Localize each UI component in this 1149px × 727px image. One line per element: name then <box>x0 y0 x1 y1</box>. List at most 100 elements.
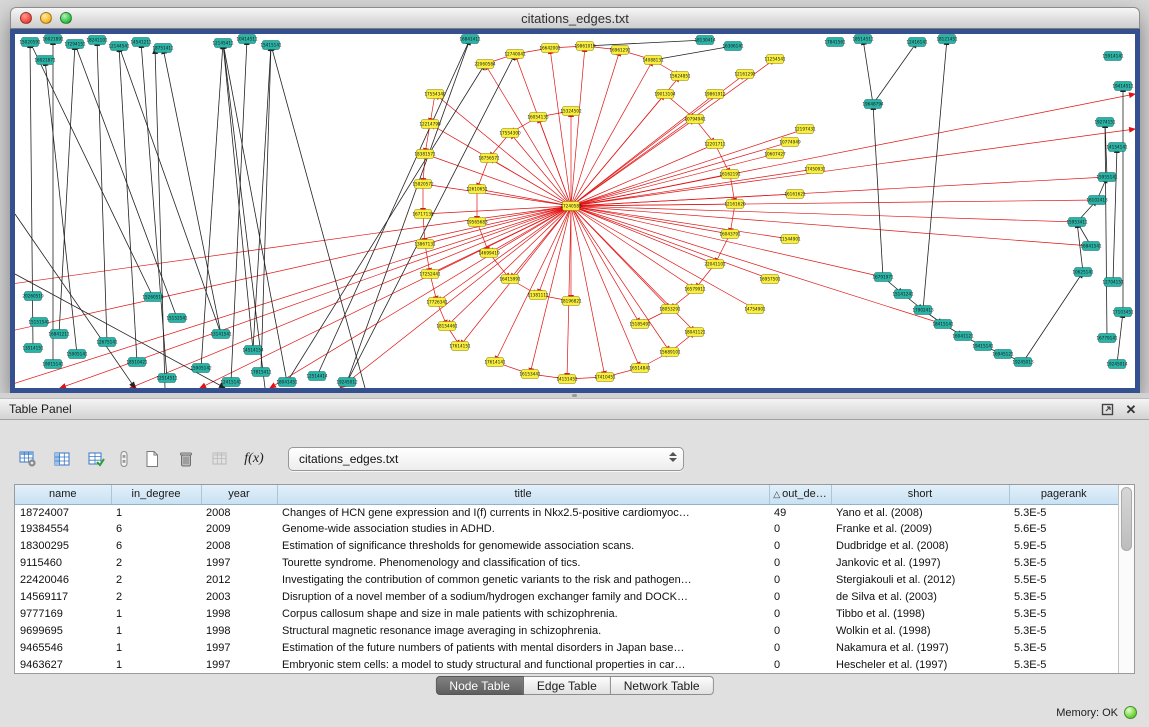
table-cell[interactable]: 9463627 <box>15 656 111 673</box>
graph-node[interactable]: 15955141 <box>1096 173 1118 182</box>
table-cell[interactable]: 2 <box>111 588 201 605</box>
tab-node-table[interactable]: Node Table <box>435 676 524 695</box>
table-cell[interactable]: Corpus callosum shape and size in male p… <box>277 605 769 622</box>
table-cell[interactable]: 1 <box>111 639 201 656</box>
tab-edge-table[interactable]: Edge Table <box>524 676 611 695</box>
table-cell[interactable]: 5.3E-5 <box>1009 504 1118 521</box>
table-cell[interactable]: 14569117 <box>15 588 111 605</box>
graph-node[interactable]: 18381571 <box>414 150 436 159</box>
graph-node[interactable]: 12145411 <box>212 39 234 48</box>
graph-node[interactable]: 12675141 <box>96 338 118 347</box>
graph-node[interactable]: 16961291 <box>609 46 631 55</box>
graph-node[interactable]: 17450931 <box>804 165 826 174</box>
graph-node[interactable]: 10774949 <box>779 138 801 147</box>
table-cell[interactable]: 2003 <box>201 588 277 605</box>
table-cell[interactable]: 1998 <box>201 605 277 622</box>
graph-node[interactable]: 17815411 <box>250 368 272 377</box>
table-cell[interactable]: 5.3E-5 <box>1009 622 1118 639</box>
graph-node[interactable]: 19245013 <box>1012 358 1034 367</box>
table-cell[interactable]: Estimation of the future numbers of pati… <box>277 639 769 656</box>
table-cell[interactable]: 9777169 <box>15 605 111 622</box>
network-canvas[interactable]: 1724058515324502160541351755430018756571… <box>15 34 1135 388</box>
graph-node[interactable]: 16841541 <box>1080 242 1102 251</box>
column-header-short[interactable]: short <box>831 485 1009 504</box>
graph-node[interactable]: 19015141 <box>42 360 64 369</box>
graph-node[interactable]: 17614141 <box>484 358 506 367</box>
table-cell[interactable]: de Silva et al. (2003) <box>831 588 1009 605</box>
graph-node[interactable]: 15624851 <box>669 72 691 81</box>
table-cell[interactable]: 2 <box>111 555 201 572</box>
table-cell[interactable]: Embryonic stem cells: a model to study s… <box>277 656 769 673</box>
graph-node[interactable]: 16841411 <box>459 35 481 44</box>
table-cell[interactable]: 0 <box>769 605 831 622</box>
graph-node[interactable]: 18415141 <box>932 320 954 329</box>
table-cell[interactable]: 5.3E-5 <box>1009 588 1118 605</box>
column-header-in_degree[interactable]: in_degree <box>111 485 201 504</box>
graph-node[interactable]: 10414511 <box>236 35 258 44</box>
graph-node[interactable]: 18241101 <box>86 36 108 45</box>
graph-node[interactable]: 14754901 <box>744 305 766 314</box>
table-cell[interactable]: 2012 <box>201 572 277 589</box>
graph-node[interactable]: 17902413 <box>912 306 934 315</box>
table-cell[interactable]: Stergiakouli et al. (2012) <box>831 572 1009 589</box>
table-settings-icon[interactable] <box>14 446 42 473</box>
graph-node[interactable]: 15020591 <box>19 38 41 47</box>
table-cell[interactable]: 1 <box>111 605 201 622</box>
graph-node[interactable]: 15152541 <box>166 314 188 323</box>
table-row[interactable]: 1872400712008Changes of HCN gene express… <box>15 504 1118 521</box>
table-cell[interactable]: 9699695 <box>15 622 111 639</box>
table-cell[interactable]: 2009 <box>201 521 277 538</box>
graph-node[interactable]: 13141541 <box>210 330 232 339</box>
table-cell[interactable]: 0 <box>769 521 831 538</box>
graph-node[interactable]: 12740041 <box>504 50 526 59</box>
table-cell[interactable]: Dudbridge et al. (2008) <box>831 538 1009 555</box>
graph-node[interactable]: 12161291 <box>734 70 756 79</box>
float-panel-icon[interactable] <box>1098 401 1116 417</box>
table-cell[interactable]: 1 <box>111 656 201 673</box>
graph-node[interactable]: 17554300 <box>499 129 521 138</box>
table-cell[interactable]: 19384554 <box>15 521 111 538</box>
table-cell[interactable]: Nakamura et al. (1997) <box>831 639 1009 656</box>
graph-node[interactable]: 12197431 <box>794 125 816 134</box>
new-file-icon[interactable] <box>138 446 166 473</box>
graph-node[interactable]: 17294151 <box>64 40 86 49</box>
graph-node[interactable]: 18514511 <box>852 35 874 44</box>
table-cell[interactable]: 1 <box>111 504 201 521</box>
delete-icon[interactable] <box>172 446 200 473</box>
table-cell[interactable]: Tibbo et al. (1998) <box>831 605 1009 622</box>
graph-node[interactable]: 15185491 <box>629 320 651 329</box>
graph-node[interactable]: 14154141 <box>1106 143 1128 152</box>
table-cell[interactable]: 0 <box>769 639 831 656</box>
table-cell[interactable]: 5.9E-5 <box>1009 538 1118 555</box>
table-cell[interactable]: Hescheler et al. (1997) <box>831 656 1009 673</box>
graph-node[interactable]: 12514414 <box>306 372 328 381</box>
graph-node[interactable]: 18196821 <box>560 297 582 306</box>
graph-node[interactable]: 18041121 <box>684 328 706 337</box>
graph-node[interactable]: 17554340 <box>424 90 446 99</box>
rows-icon[interactable] <box>116 446 132 473</box>
column-header-name[interactable]: name <box>15 485 111 504</box>
table-scrollbar-thumb[interactable] <box>1121 487 1132 551</box>
table-cell[interactable]: Changes of HCN gene expression and I(f) … <box>277 504 769 521</box>
table-cell[interactable]: Genome-wide association studies in ADHD. <box>277 521 769 538</box>
graph-node[interactable]: 16642001 <box>539 44 561 53</box>
graph-node[interactable]: 10794941 <box>684 115 706 124</box>
graph-node[interactable]: 12144541 <box>108 42 130 51</box>
table-cell[interactable]: Structural magnetic resonance image aver… <box>277 622 769 639</box>
graph-node[interactable]: 15953411 <box>1066 218 1088 227</box>
table-cell[interactable]: 0 <box>769 622 831 639</box>
graph-node[interactable]: 15141241 <box>892 290 914 299</box>
table-cell[interactable]: 0 <box>769 588 831 605</box>
network-selector[interactable]: citations_edges.txt <box>288 447 684 471</box>
table-cell[interactable]: Jankovic et al. (1997) <box>831 555 1009 572</box>
graph-node[interactable]: 16153441 <box>519 370 541 379</box>
table-cell[interactable]: 5.5E-5 <box>1009 572 1118 589</box>
table-cell[interactable]: 5.3E-5 <box>1009 555 1118 572</box>
tab-network-table[interactable]: Network Table <box>611 676 714 695</box>
graph-node[interactable]: 19274151 <box>1094 118 1116 127</box>
graph-node[interactable]: 12514511 <box>156 374 178 383</box>
graph-node[interactable]: 14541211 <box>130 38 152 47</box>
graph-node[interactable]: 20260519 <box>22 292 44 301</box>
graph-node[interactable]: 19414511 <box>1112 82 1134 91</box>
table-cell[interactable]: 0 <box>769 538 831 555</box>
